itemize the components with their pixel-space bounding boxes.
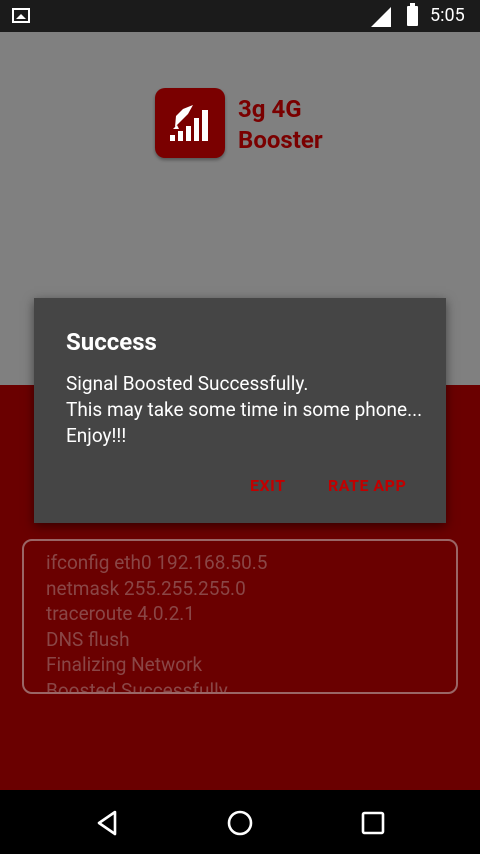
exit-button[interactable]: EXIT [250, 476, 286, 495]
success-dialog: Success Signal Boosted Successfully. Thi… [34, 298, 446, 523]
home-icon[interactable] [225, 808, 255, 838]
log-line: traceroute 4.0.2.1 [46, 602, 195, 625]
back-icon[interactable] [92, 808, 122, 838]
status-clock: 5:05 [430, 5, 465, 26]
dialog-title: Success [66, 328, 157, 356]
app-title-line1: 3g 4G [238, 95, 302, 123]
log-line: netmask 255.255.255.0 [46, 577, 246, 600]
log-line: Boosted Successfully [46, 679, 228, 694]
recents-icon[interactable] [358, 808, 388, 838]
signal-icon [371, 7, 391, 27]
app-title: 3g 4G Booster [238, 94, 323, 156]
navigation-bar [0, 790, 480, 854]
log-line: Finalizing Network [46, 653, 203, 676]
battery-icon [407, 3, 418, 26]
app-title-line2: Booster [238, 126, 323, 154]
log-line: ifconfig eth0 192.168.50.5 [46, 551, 268, 574]
status-bar: 5:05 [0, 0, 480, 32]
app-logo [155, 88, 225, 158]
log-box: ifconfig eth0 192.168.50.5 netmask 255.2… [22, 539, 458, 694]
rate-app-button[interactable]: RATE APP [328, 476, 406, 495]
rocket-signal-icon [170, 105, 208, 141]
dialog-message: Signal Boosted Successfully. This may ta… [66, 372, 423, 447]
image-notification-icon [12, 8, 30, 23]
log-line: DNS flush [46, 628, 130, 651]
